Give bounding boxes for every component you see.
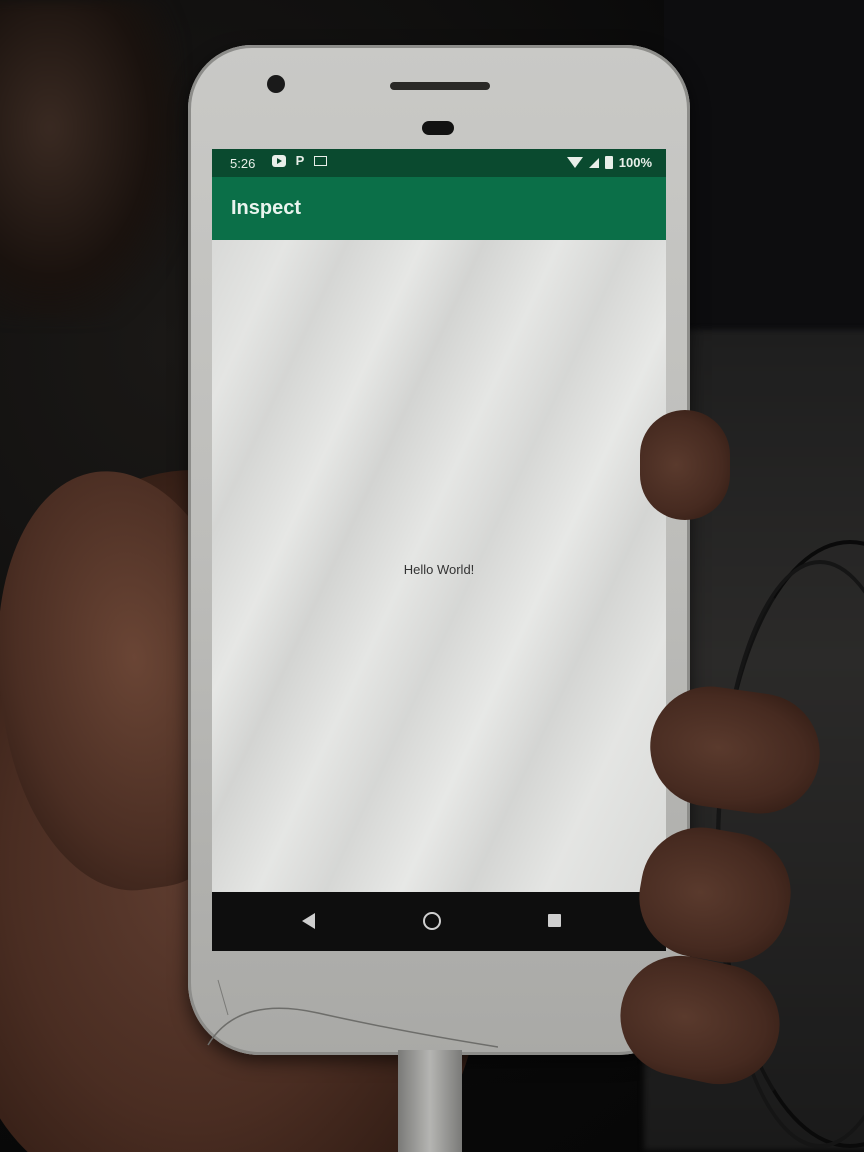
navigation-bar — [212, 892, 666, 951]
home-icon[interactable] — [423, 912, 441, 930]
status-bar: 5:26 P 100% — [212, 149, 666, 177]
battery-percentage: 100% — [618, 155, 652, 170]
hello-text: Hello World! — [403, 562, 475, 577]
proximity-sensor — [422, 121, 454, 135]
hand-finger — [640, 410, 730, 520]
notification-icons: P — [272, 153, 327, 168]
youtube-icon — [272, 155, 286, 167]
photo-scene: 5:26 P 100% Inspect Hello World! — [0, 0, 864, 1152]
phone-screen: 5:26 P 100% Inspect Hello World! — [212, 149, 666, 951]
phone-device: 5:26 P 100% Inspect Hello World! — [188, 45, 690, 1055]
app-bar: Inspect — [212, 177, 666, 240]
recents-icon[interactable] — [548, 914, 561, 927]
p-icon: P — [295, 153, 305, 168]
background-blur — [0, 0, 180, 320]
system-icons: 100% — [566, 155, 652, 170]
mail-icon — [314, 156, 327, 166]
screen-crack — [207, 979, 498, 1048]
earpiece-speaker — [390, 82, 490, 90]
usb-cable — [398, 1050, 462, 1152]
app-title: Inspect — [231, 197, 302, 219]
main-content: Hello World! — [212, 240, 666, 892]
front-camera — [267, 75, 285, 93]
wifi-icon — [566, 157, 583, 168]
signal-icon — [588, 157, 599, 168]
background-dark-area — [664, 0, 864, 340]
status-time: 5:26 — [230, 156, 256, 171]
battery-icon — [604, 156, 613, 169]
back-icon[interactable] — [302, 913, 315, 929]
